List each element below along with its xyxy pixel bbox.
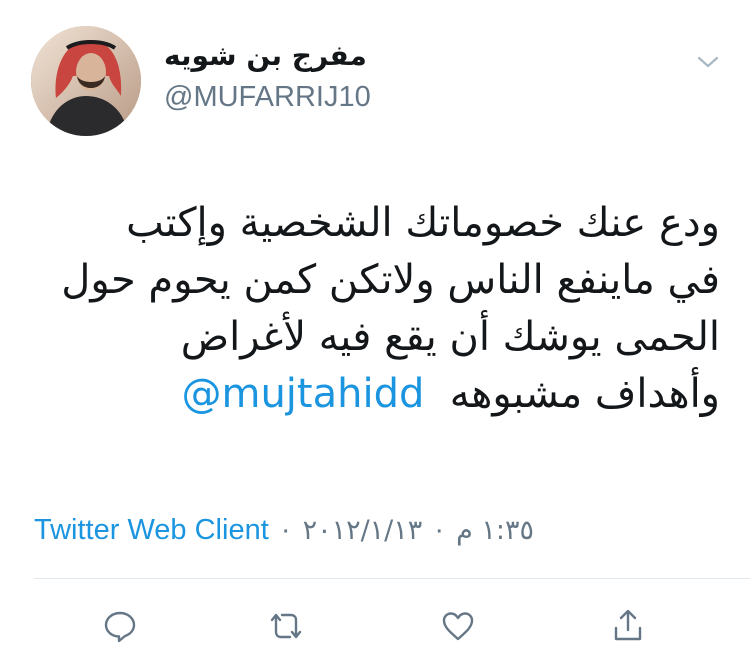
user-handle[interactable]: @MUFARRIJ10 xyxy=(164,78,464,116)
tweet-text-line: ودع عنك خصوماتك الشخصية وإكتب xyxy=(126,200,720,246)
mention-link[interactable]: @mujtahidd xyxy=(181,371,424,417)
tweet-text-line: الحمى يوشك أن يقع فيه لأغراض xyxy=(180,314,720,360)
meta-separator: · xyxy=(280,514,291,546)
heart-icon xyxy=(440,608,476,644)
retweet-icon xyxy=(266,608,306,644)
tweet-text-line-last: وأهداف مشبوهه @mujtahidd xyxy=(30,366,720,423)
share-button[interactable] xyxy=(606,604,650,648)
user-info: مفرج بن شويه @MUFARRIJ10 xyxy=(164,38,464,116)
tweet-card: مفرج بن شويه @MUFARRIJ10 ودع عنك خصوماتك… xyxy=(0,0,750,661)
meta-separator: · xyxy=(434,514,445,546)
tweet-actions xyxy=(0,600,750,650)
tweet-text-line: وأهداف مشبوهه xyxy=(449,371,720,417)
retweet-button[interactable] xyxy=(264,604,308,648)
avatar[interactable] xyxy=(31,26,141,136)
client-link[interactable]: Twitter Web Client xyxy=(34,514,269,546)
tweet-text-line: في ماينفع الناس ولاتكن كمن يحوم حول xyxy=(61,257,720,303)
reply-icon xyxy=(102,608,138,644)
tweet-text: ودع عنك خصوماتك الشخصية وإكتب في ماينفع … xyxy=(30,195,720,423)
tweet-date: ٢٠١٢/١/١٣ xyxy=(302,515,423,546)
chevron-down-icon[interactable] xyxy=(696,54,720,70)
like-button[interactable] xyxy=(436,604,480,648)
share-icon xyxy=(610,608,646,644)
tweet-meta: Twitter Web Client · ٢٠١٢/١/١٣ · ١:٣٥ م xyxy=(34,510,534,551)
reply-button[interactable] xyxy=(98,604,142,648)
display-name[interactable]: مفرج بن شويه xyxy=(164,38,464,74)
divider xyxy=(34,578,750,579)
tweet-time: ١:٣٥ م xyxy=(456,515,534,546)
